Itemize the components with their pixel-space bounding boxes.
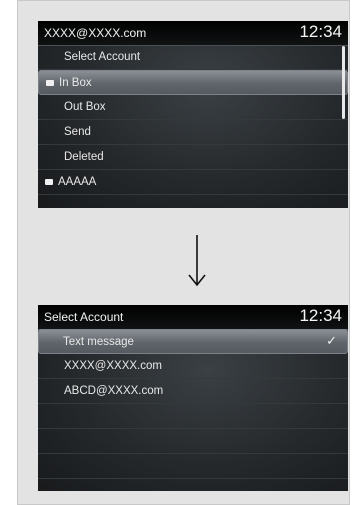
account-label: ABCD@XXXX.com	[64, 385, 164, 397]
menu-item-label: Select Account	[64, 51, 141, 63]
account-label: Text message	[63, 336, 134, 348]
empty-row	[38, 429, 348, 454]
menu-item-label: Deleted	[64, 151, 104, 163]
down-arrow-icon	[188, 235, 206, 287]
folder-item-aaaaa[interactable]: AAAAA	[38, 170, 348, 195]
select-account-screen: Select Account 12:34 Text message ✓ XXXX…	[38, 305, 348, 491]
account-item-abcd[interactable]: ABCD@XXXX.com	[38, 379, 348, 404]
envelope-icon	[46, 80, 54, 86]
menu-item-label: Send	[64, 126, 91, 138]
account-item-xxxx[interactable]: XXXX@XXXX.com	[38, 354, 348, 379]
scrollbar[interactable]	[342, 46, 345, 119]
deleted-item[interactable]: Deleted	[38, 145, 348, 170]
send-item[interactable]: Send	[38, 120, 348, 145]
screen-title: Select Account	[44, 310, 124, 324]
mail-menu-screen: XXXX@XXXX.com 12:34 Select Account In Bo…	[38, 21, 348, 208]
empty-row	[38, 454, 348, 479]
checkmark-icon: ✓	[326, 333, 337, 348]
account-label: XXXX@XXXX.com	[64, 360, 162, 372]
outbox-item[interactable]: Out Box	[38, 95, 348, 120]
menu-item-label: AAAAA	[58, 176, 97, 188]
account-title: XXXX@XXXX.com	[44, 26, 147, 40]
menu-item-label: Out Box	[64, 101, 106, 113]
header-bar: Select Account 12:34	[38, 305, 348, 330]
clock: 12:34	[299, 22, 342, 41]
envelope-icon	[45, 179, 53, 185]
inbox-item[interactable]: In Box	[38, 70, 348, 95]
empty-row	[38, 404, 348, 429]
account-item-text-message[interactable]: Text message ✓	[38, 329, 348, 354]
select-account-item[interactable]: Select Account	[38, 45, 348, 70]
menu-item-label: In Box	[59, 77, 92, 89]
header-bar: XXXX@XXXX.com 12:34	[38, 21, 348, 46]
clock: 12:34	[299, 306, 342, 325]
